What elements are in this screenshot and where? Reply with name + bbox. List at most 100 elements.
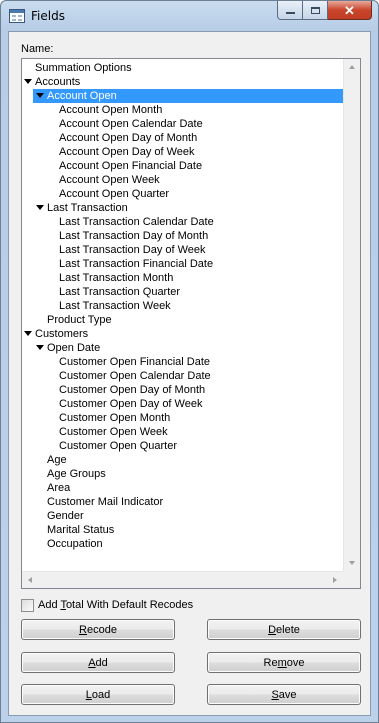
- tree-item-label: Account Open Financial Date: [59, 160, 203, 172]
- tree-item-label: Customer Open Quarter: [59, 440, 177, 452]
- tree-item-label: Account Open Day of Month: [59, 132, 198, 144]
- tree-item[interactable]: Customer Open Calendar Date: [22, 369, 343, 383]
- tree-item-label: Occupation: [47, 538, 103, 550]
- tree-item[interactable]: Age Groups: [22, 467, 343, 481]
- expand-arrow-icon[interactable]: [24, 79, 32, 84]
- tree-item-label: Last Transaction Calendar Date: [59, 216, 214, 228]
- tree-item-label: Last Transaction Financial Date: [59, 258, 214, 270]
- expand-arrow-icon[interactable]: [36, 93, 44, 98]
- minimize-icon: [285, 12, 295, 14]
- tree-item[interactable]: Account Open Day of Week: [22, 145, 343, 159]
- tree-item-label: Last Transaction Quarter: [59, 286, 181, 298]
- expand-arrow-icon[interactable]: [24, 331, 32, 336]
- tree-item[interactable]: Last Transaction Financial Date: [22, 257, 343, 271]
- maximize-button[interactable]: [303, 1, 328, 20]
- tree-item[interactable]: Account Open Quarter: [22, 187, 343, 201]
- tree-item[interactable]: Account Open Financial Date: [22, 159, 343, 173]
- window-title: Fields: [31, 9, 65, 23]
- add-total-checkbox[interactable]: [21, 598, 34, 612]
- add-total-checkbox-label: Add Total With Default Recodes: [38, 599, 194, 611]
- tree-item-label: Account Open Calendar Date: [59, 118, 203, 130]
- tree-item-label: Summation Options: [35, 62, 132, 74]
- tree-items: Summation Options Accounts Account Open Acc…: [22, 59, 343, 571]
- tree-item[interactable]: Age: [22, 453, 343, 467]
- tree-item-label: Customer Mail Indicator: [47, 496, 164, 508]
- fields-window: Fields ✕ Name: Summation Options Accounts…: [0, 0, 379, 723]
- tree-item[interactable]: Customer Open Day of Month: [22, 383, 343, 397]
- fields-window-icon[interactable]: [9, 9, 25, 23]
- tree-item[interactable]: Summation Options: [22, 61, 343, 75]
- tree-item[interactable]: Last Transaction Week: [22, 299, 343, 313]
- recode-button[interactable]: Recode: [21, 619, 175, 640]
- tree-item-label: Last Transaction Week: [59, 300, 171, 312]
- tree-item[interactable]: Occupation: [22, 537, 343, 551]
- horizontal-scrollbar[interactable]: [22, 571, 343, 588]
- tree-item-label: Customers: [35, 328, 89, 340]
- tree-item[interactable]: Product Type: [22, 313, 343, 327]
- title-bar[interactable]: Fields ✕: [1, 1, 378, 31]
- tree-item[interactable]: Last Transaction Month: [22, 271, 343, 285]
- load-button[interactable]: Load: [21, 684, 175, 705]
- tree-item[interactable]: Account Open Calendar Date: [22, 117, 343, 131]
- tree-item-label: Account Open: [47, 90, 117, 102]
- tree-item-label: Accounts: [35, 76, 81, 88]
- scroll-down-icon[interactable]: [349, 561, 355, 565]
- tree-item[interactable]: Last Transaction Calendar Date: [22, 215, 343, 229]
- tree-item[interactable]: Customer Open Day of Week: [22, 397, 343, 411]
- save-button[interactable]: Save: [207, 684, 361, 705]
- tree-item[interactable]: Last Transaction Day of Week: [22, 243, 343, 257]
- tree-item[interactable]: Account Open Month: [22, 103, 343, 117]
- dialog-body: Name: Summation Options Accounts Account O…: [8, 31, 371, 716]
- name-label: Name:: [21, 43, 54, 55]
- tree-item[interactable]: Customer Mail Indicator: [22, 495, 343, 509]
- tree-item-label: Customer Open Week: [59, 426, 168, 438]
- tree-item[interactable]: Last Transaction: [22, 201, 343, 215]
- tree-item[interactable]: Customer Open Quarter: [22, 439, 343, 453]
- tree-item-label: Customer Open Month: [59, 412, 171, 424]
- tree-item-label: Account Open Day of Week: [59, 146, 195, 158]
- expand-arrow-icon[interactable]: [36, 205, 44, 210]
- tree-item-label: Account Open Week: [59, 174, 160, 186]
- tree-item-label: Last Transaction Day of Month: [59, 230, 209, 242]
- tree-item[interactable]: Accounts: [22, 75, 343, 89]
- tree-item-label: Gender: [47, 510, 84, 522]
- tree-item-label: Customer Open Day of Month: [59, 384, 206, 396]
- tree-item[interactable]: Last Transaction Quarter: [22, 285, 343, 299]
- tree-item[interactable]: Gender: [22, 509, 343, 523]
- tree-item-label: Open Date: [47, 342, 101, 354]
- vertical-scrollbar[interactable]: [343, 59, 360, 571]
- add-total-checkbox-row[interactable]: Add Total With Default Recodes: [21, 598, 193, 612]
- add-button[interactable]: Add: [21, 652, 175, 673]
- maximize-icon: [310, 6, 320, 14]
- tree-item[interactable]: Customer Open Week: [22, 425, 343, 439]
- delete-button[interactable]: Delete: [207, 619, 361, 640]
- tree-item-label: Customer Open Calendar Date: [59, 370, 211, 382]
- fields-tree[interactable]: Summation Options Accounts Account Open Acc…: [21, 58, 361, 589]
- scrollbar-corner: [343, 571, 360, 588]
- tree-item[interactable]: Account Open Day of Month: [22, 131, 343, 145]
- tree-item-label: Last Transaction Month: [59, 272, 174, 284]
- tree-item[interactable]: Account Open: [22, 89, 343, 103]
- scroll-left-icon[interactable]: [28, 577, 32, 583]
- tree-item-label: Customer Open Financial Date: [59, 356, 211, 368]
- remove-button[interactable]: Re m ove: [207, 652, 361, 673]
- tree-item[interactable]: Customers: [22, 327, 343, 341]
- tree-item[interactable]: Account Open Week: [22, 173, 343, 187]
- expand-arrow-icon[interactable]: [36, 345, 44, 350]
- tree-item-label: Account Open Quarter: [59, 188, 170, 200]
- scroll-up-icon[interactable]: [349, 65, 355, 69]
- scroll-right-icon[interactable]: [333, 577, 337, 583]
- tree-item-label: Age Groups: [47, 468, 106, 480]
- tree-item[interactable]: Last Transaction Day of Month: [22, 229, 343, 243]
- tree-item[interactable]: Open Date: [22, 341, 343, 355]
- tree-item-label: Marital Status: [47, 524, 115, 536]
- tree-item[interactable]: Customer Open Month: [22, 411, 343, 425]
- close-button[interactable]: ✕: [328, 1, 372, 20]
- tree-item-label: Customer Open Day of Week: [59, 398, 203, 410]
- tree-item-label: Product Type: [47, 314, 112, 326]
- minimize-button[interactable]: [277, 1, 303, 20]
- tree-item[interactable]: Customer Open Financial Date: [22, 355, 343, 369]
- tree-item-label: Account Open Month: [59, 104, 163, 116]
- tree-item[interactable]: Area: [22, 481, 343, 495]
- tree-item[interactable]: Marital Status: [22, 523, 343, 537]
